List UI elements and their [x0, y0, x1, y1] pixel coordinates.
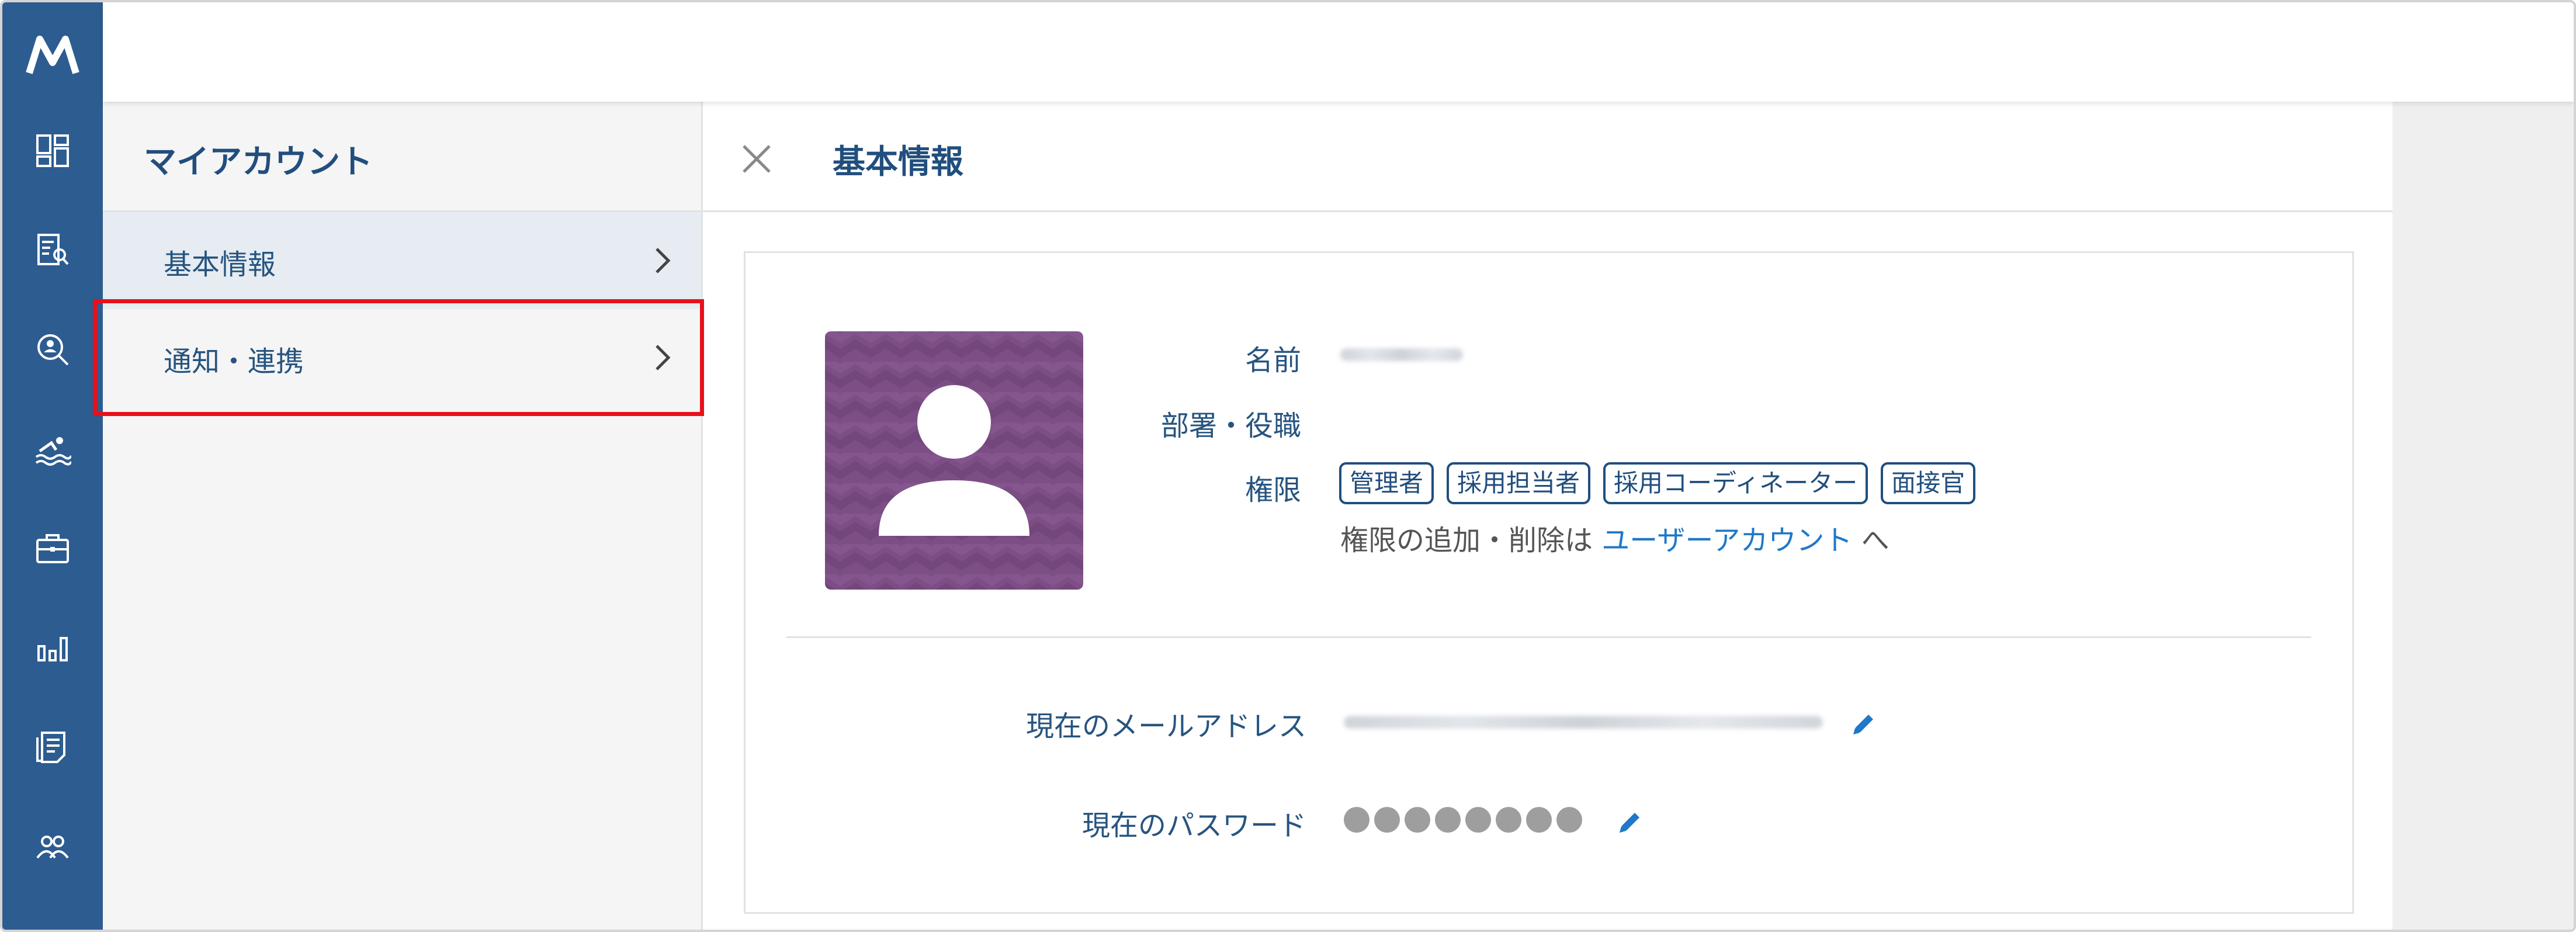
briefcase-icon[interactable]: [34, 529, 71, 567]
profile-card: 名前 部署・役職 権限 管理者 採用担当者 採用コーディネーター 面接官 権限の…: [744, 251, 2354, 914]
password-label: 現在のパスワード: [1081, 809, 1306, 842]
permission-badge: 採用担当者: [1447, 462, 1591, 504]
swimmer-icon[interactable]: [34, 430, 71, 467]
edit-password-icon[interactable]: [1616, 808, 1644, 836]
dashboard-icon[interactable]: [34, 132, 71, 169]
account-subnav: マイアカウント 基本情報 通知・連携: [103, 102, 701, 930]
permissions-label: 権限: [1244, 474, 1301, 507]
permission-badge: 採用コーディネーター: [1603, 462, 1868, 504]
app-window: マイアカウント 基本情報 通知・連携 基本情報 名前 部署・役職 権限 管理者 …: [0, 0, 2576, 932]
icon-rail: [2, 2, 103, 930]
basic-info-panel: 基本情報 名前 部署・役職 権限 管理者 採用担当者 採用コーディネーター 面接…: [701, 102, 2394, 930]
name-value: [1340, 348, 1463, 361]
chevron-right-icon: [656, 248, 671, 273]
permission-badge: 管理者: [1339, 462, 1434, 504]
email-value: [1344, 716, 1823, 729]
avatar[interactable]: [825, 331, 1083, 590]
top-bar: [103, 2, 2574, 102]
name-label: 名前: [1244, 344, 1301, 377]
close-icon[interactable]: [738, 140, 775, 178]
password-value: [1344, 807, 1582, 833]
candidate-search-icon[interactable]: [34, 331, 71, 368]
user-account-link[interactable]: ユーザーアカウント: [1601, 524, 1852, 557]
panel-header: 基本情報: [703, 102, 2394, 212]
section-divider: [786, 636, 2311, 638]
note-suffix: へ: [1861, 524, 1889, 557]
logo-icon[interactable]: [26, 34, 79, 77]
document-icon[interactable]: [34, 728, 71, 765]
department-label: 部署・役職: [1160, 410, 1301, 442]
edit-email-icon[interactable]: [1850, 710, 1878, 738]
email-label: 現在のメールアドレス: [1025, 710, 1306, 743]
subnav-header: マイアカウント: [103, 102, 701, 212]
permission-badge: 面接官: [1881, 462, 1976, 504]
users-icon[interactable]: [34, 827, 71, 865]
background-area: [2393, 102, 2574, 930]
subnav-title: マイアカウント: [144, 143, 373, 181]
permissions-note: 権限の追加・削除は ユーザーアカウント へ: [1340, 517, 1889, 558]
panel-title: 基本情報: [833, 143, 963, 181]
bar-chart-icon[interactable]: [34, 629, 71, 666]
subnav-item-label: 基本情報: [164, 248, 276, 281]
report-search-icon[interactable]: [34, 231, 71, 269]
note-prefix: 権限の追加・削除は: [1340, 524, 1593, 557]
permission-badges: 管理者 採用担当者 採用コーディネーター 面接官: [1339, 462, 1976, 504]
subnav-item-basic-info[interactable]: 基本情報: [103, 212, 701, 309]
highlight-box: [93, 299, 704, 416]
